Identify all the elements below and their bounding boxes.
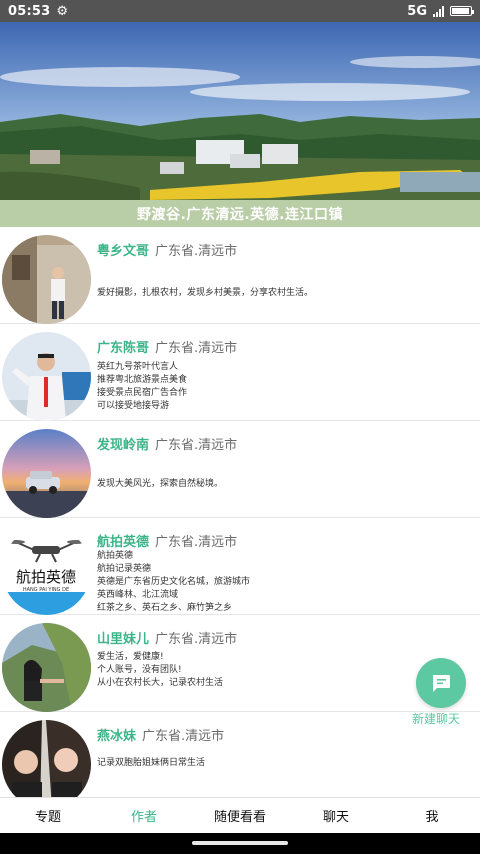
author-bio: 爱好摄影，扎根农村，发现乡村美景，分享农村生活。 — [97, 288, 314, 298]
author-bio: 爱生活，爱健康! 个人账号，没有团队! 从小在农村长大，记录农村生活 — [97, 652, 224, 688]
battery-icon — [450, 6, 474, 16]
author-item[interactable]: 广东陈哥 广东省.清远市 英红九号茶叶代言人 推荐粤北旅游景点美食 接受景点民宿… — [0, 324, 480, 421]
banner-landscape-picture — [0, 22, 480, 200]
author-location: 广东省.清远市 — [155, 244, 238, 259]
tab-topics[interactable]: 专题 — [0, 798, 96, 833]
author-name[interactable]: 广东陈哥 — [97, 337, 149, 356]
author-bio: 记录双胞胎姐妹俩日常生活 — [97, 758, 206, 768]
author-item[interactable]: 航拍英德 HANG PAI YING DE 航拍英德 广东省.清远市 航拍英德 … — [0, 518, 480, 615]
signal-icon — [433, 5, 444, 17]
author-item[interactable]: 发现岭南 广东省.清远市 发现大美风光，探索自然秘境。 — [0, 421, 480, 518]
chat-bubble-icon — [433, 675, 450, 692]
author-name[interactable]: 发现岭南 — [97, 434, 149, 453]
tab-browse[interactable]: 随便看看 — [192, 798, 288, 833]
author-location: 广东省.清远市 — [155, 535, 238, 550]
author-item[interactable]: 粤乡文哥 广东省.清远市 爱好摄影，扎根农村，发现乡村美景，分享农村生活。 — [0, 227, 480, 324]
author-avatar[interactable] — [2, 235, 91, 324]
author-bio: 英红九号茶叶代言人 推荐粤北旅游景点美食 接受景点民宿广告合作 可以接受地接导游 — [97, 362, 188, 411]
author-avatar[interactable]: 航拍英德 HANG PAI YING DE — [2, 526, 91, 615]
new-chat-button[interactable] — [416, 658, 466, 708]
author-location: 广东省.清远市 — [155, 438, 238, 453]
author-name[interactable]: 山里妹儿 — [97, 628, 149, 647]
avatar-logo-text: 航拍英德 — [16, 568, 76, 586]
status-time: 05:53 — [8, 3, 51, 19]
author-avatar[interactable] — [2, 332, 91, 421]
tab-chat[interactable]: 聊天 — [288, 798, 384, 833]
gear-icon: ⚙ — [56, 3, 69, 19]
author-item[interactable]: 燕冰妹 广东省.清远市 记录双胞胎姐妹俩日常生活 — [0, 712, 480, 797]
status-right: 5G — [407, 3, 474, 19]
author-avatar[interactable] — [2, 429, 91, 518]
bottom-nav: 专题 作者 随便看看 聊天 我 — [0, 797, 480, 833]
new-chat-label[interactable]: 新建聊天 — [412, 710, 460, 727]
avatar-logo-subtext: HANG PAI YING DE — [23, 587, 69, 593]
tab-me[interactable]: 我 — [384, 798, 480, 833]
author-bio: 航拍英德 航拍记录英德 英德是广东省历史文化名城，旅游城市 英西峰林、北江流域 … — [97, 551, 251, 613]
author-name[interactable]: 粤乡文哥 — [97, 240, 149, 259]
author-name[interactable]: 航拍英德 — [97, 531, 149, 550]
author-list[interactable]: 粤乡文哥 广东省.清远市 爱好摄影，扎根农村，发现乡村美景，分享农村生活。 广东… — [0, 227, 480, 797]
author-location: 广东省.清远市 — [155, 632, 238, 647]
author-location: 广东省.清远市 — [155, 341, 238, 356]
status-bar: 05:53 ⚙ 5G — [0, 0, 480, 22]
author-name[interactable]: 燕冰妹 — [97, 725, 136, 744]
author-avatar[interactable] — [2, 623, 91, 712]
author-bio: 发现大美风光，探索自然秘境。 — [97, 479, 224, 489]
banner-image[interactable] — [0, 22, 480, 200]
network-type: 5G — [407, 3, 427, 19]
banner-caption: 野渡谷.广东清远.英德.连江口镇 — [0, 200, 480, 227]
author-item[interactable]: 山里妹儿 广东省.清远市 爱生活，爱健康! 个人账号，没有团队! 从小在农村长大… — [0, 615, 480, 712]
tab-authors[interactable]: 作者 — [96, 798, 192, 833]
home-indicator[interactable] — [192, 841, 288, 845]
author-location: 广东省.清远市 — [142, 729, 225, 744]
author-avatar[interactable] — [2, 720, 91, 797]
